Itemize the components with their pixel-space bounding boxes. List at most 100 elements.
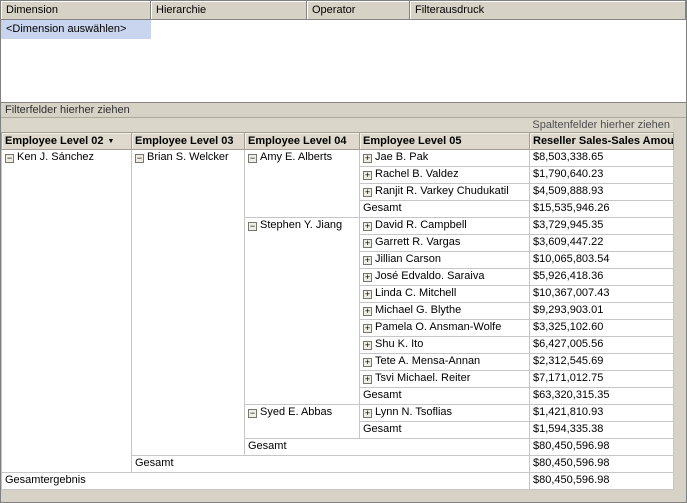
member-label: Gesamt (135, 457, 174, 469)
collapse-icon[interactable]: − (5, 154, 14, 163)
expand-icon[interactable]: + (363, 171, 372, 180)
total-cell[interactable]: Gesamt (359, 200, 530, 218)
expand-icon[interactable]: + (363, 307, 372, 316)
member-cell[interactable]: + Shu K. Ito (359, 336, 530, 354)
collapse-icon[interactable]: − (248, 222, 257, 231)
field-header-employee-level-02[interactable]: Employee Level 02 ▼ (1, 132, 132, 150)
member-label: Tsvi Michael. Reiter (375, 372, 471, 384)
member-label: Gesamt (363, 389, 402, 401)
value-label: $1,421,810.93 (533, 406, 604, 418)
member-cell[interactable]: + Tete A. Mensa-Annan (359, 353, 530, 371)
expand-icon[interactable]: + (363, 188, 372, 197)
value-label: $80,450,596.98 (533, 440, 610, 452)
value-label: $1,790,640.23 (533, 168, 604, 180)
column-header-dimension[interactable]: Dimension (1, 1, 151, 20)
value-label: $80,450,596.98 (533, 457, 610, 469)
member-cell[interactable]: + Rachel B. Valdez (359, 166, 530, 184)
field-header-employee-level-03[interactable]: Employee Level 03 (131, 132, 245, 150)
total-cell[interactable]: Gesamt (359, 421, 530, 439)
pivot-header-row: Employee Level 02 ▼ Employee Level 03 Emplo… (1, 132, 674, 150)
value-cell[interactable]: $3,609,447.22 (529, 234, 674, 252)
value-label: $3,609,447.22 (533, 236, 604, 248)
value-label: $8,503,338.65 (533, 151, 604, 163)
value-cell[interactable]: $8,503,338.65 (529, 149, 674, 167)
total-cell[interactable]: Gesamt (359, 387, 530, 405)
expand-icon[interactable]: + (363, 239, 372, 248)
expand-icon[interactable]: + (363, 256, 372, 265)
value-cell[interactable]: $15,535,946.26 (529, 200, 674, 218)
member-cell[interactable]: + Jillian Carson (359, 251, 530, 269)
member-label: Gesamtergebnis (5, 474, 86, 486)
column-header-hierarchie[interactable]: Hierarchie (151, 1, 307, 20)
expand-icon[interactable]: + (363, 375, 372, 384)
value-cell[interactable]: $6,427,005.56 (529, 336, 674, 354)
member-cell[interactable]: + Garrett R. Vargas (359, 234, 530, 252)
member-cell[interactable]: + Jae B. Pak (359, 149, 530, 167)
cube-browser-window: Dimension Hierarchie Operator Filterausd… (0, 0, 687, 503)
collapse-icon[interactable]: − (248, 409, 257, 418)
member-cell[interactable]: − Stephen Y. Jiang (244, 217, 360, 405)
collapse-icon[interactable]: − (135, 154, 144, 163)
total-cell[interactable]: Gesamt (131, 455, 530, 473)
total-cell[interactable]: Gesamtergebnis (1, 472, 530, 490)
column-fields-drop-zone[interactable]: Spaltenfelder hierher ziehen (1, 118, 673, 132)
member-cell[interactable]: + Tsvi Michael. Reiter (359, 370, 530, 388)
value-label: $4,509,888.93 (533, 185, 604, 197)
member-cell[interactable]: − Amy E. Alberts (244, 149, 360, 218)
member-cell[interactable]: + Pamela O. Ansman-Wolfe (359, 319, 530, 337)
value-cell[interactable]: $2,312,545.69 (529, 353, 674, 371)
expand-icon[interactable]: + (363, 154, 372, 163)
member-cell[interactable]: + David R. Campbell (359, 217, 530, 235)
member-label: Pamela O. Ansman-Wolfe (375, 321, 502, 333)
column-header-filterausdruck[interactable]: Filterausdruck (410, 1, 686, 20)
member-cell[interactable]: + Linda C. Mitchell (359, 285, 530, 303)
member-cell[interactable]: + Michael G. Blythe (359, 302, 530, 320)
member-cell[interactable]: + Ranjit R. Varkey Chudukatil (359, 183, 530, 201)
value-label: $5,926,418.36 (533, 270, 604, 282)
value-cell[interactable]: $10,367,007.43 (529, 285, 674, 303)
field-header-employee-level-05[interactable]: Employee Level 05 (359, 132, 530, 150)
field-header-reseller-sales-sales-amount[interactable]: Reseller Sales-Sales Amount (529, 132, 674, 150)
value-cell[interactable]: $63,320,315.35 (529, 387, 674, 405)
member-label: Brian S. Welcker (147, 151, 229, 163)
collapse-icon[interactable]: − (248, 154, 257, 163)
member-cell[interactable]: + José Edvaldo. Saraiva (359, 268, 530, 286)
field-header-employee-level-04[interactable]: Employee Level 04 (244, 132, 360, 150)
expand-icon[interactable]: + (363, 273, 372, 282)
value-cell[interactable]: $80,450,596.98 (529, 438, 674, 456)
value-cell[interactable]: $4,509,888.93 (529, 183, 674, 201)
value-cell[interactable]: $3,729,945.35 (529, 217, 674, 235)
value-cell[interactable]: $10,065,803.54 (529, 251, 674, 269)
value-cell[interactable]: $1,594,335.38 (529, 421, 674, 439)
value-cell[interactable]: $3,325,102.60 (529, 319, 674, 337)
value-cell[interactable]: $1,421,810.93 (529, 404, 674, 422)
column-header-operator[interactable]: Operator (307, 1, 410, 20)
member-label: Michael G. Blythe (375, 304, 462, 316)
value-label: $2,312,545.69 (533, 355, 604, 367)
member-label: Shu K. Ito (375, 338, 424, 350)
value-cell[interactable]: $80,450,596.98 (529, 455, 674, 473)
expand-icon[interactable]: + (363, 290, 372, 299)
member-label: Gesamt (363, 423, 402, 435)
filter-fields-drop-zone[interactable]: Filterfelder hierher ziehen (1, 103, 686, 118)
value-label: $3,729,945.35 (533, 219, 604, 231)
value-cell[interactable]: $80,450,596.98 (529, 472, 674, 490)
member-cell[interactable]: − Ken J. Sánchez (1, 149, 132, 473)
value-cell[interactable]: $9,293,903.01 (529, 302, 674, 320)
expand-icon[interactable]: + (363, 324, 372, 333)
member-cell[interactable]: + Lynn N. Tsoflias (359, 404, 530, 422)
expand-icon[interactable]: + (363, 409, 372, 418)
dropdown-arrow-icon[interactable]: ▼ (107, 138, 114, 145)
expand-icon[interactable]: + (363, 341, 372, 350)
member-label: Jae B. Pak (375, 151, 429, 163)
expand-icon[interactable]: + (363, 358, 372, 367)
expand-icon[interactable]: + (363, 222, 372, 231)
member-cell[interactable]: − Brian S. Welcker (131, 149, 245, 456)
value-cell[interactable]: $5,926,418.36 (529, 268, 674, 286)
member-cell[interactable]: − Syed E. Abbas (244, 404, 360, 439)
value-label: $7,171,012.75 (533, 372, 604, 384)
value-cell[interactable]: $1,790,640.23 (529, 166, 674, 184)
dimension-select-cell[interactable]: <Dimension auswählen> (1, 20, 151, 39)
value-cell[interactable]: $7,171,012.75 (529, 370, 674, 388)
total-cell[interactable]: Gesamt (244, 438, 530, 456)
